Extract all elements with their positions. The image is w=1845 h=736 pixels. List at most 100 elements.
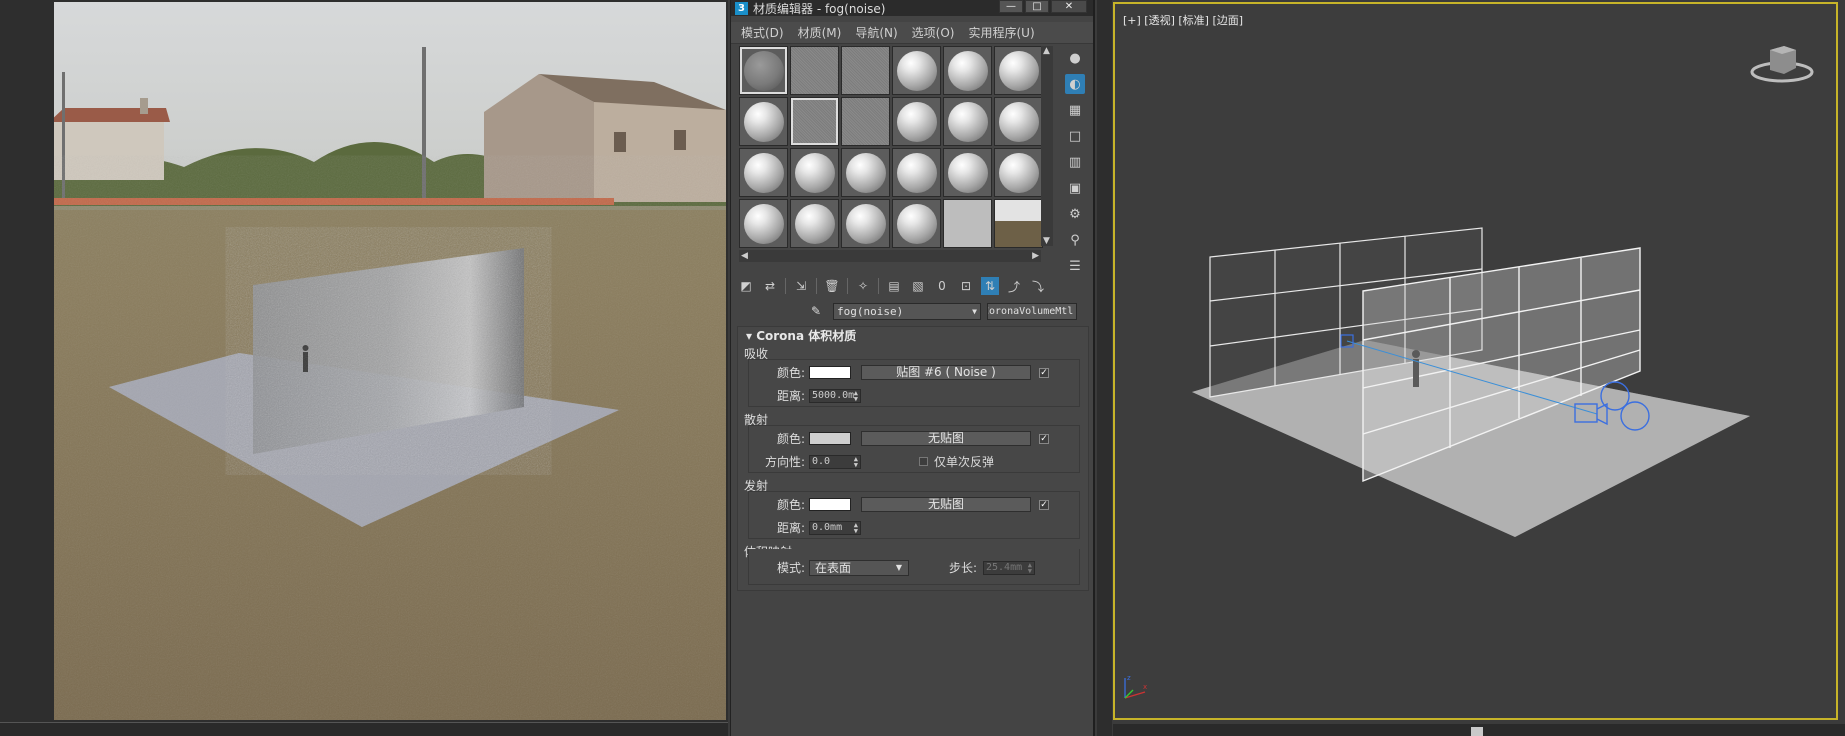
sample-slot[interactable] xyxy=(739,46,788,95)
mode-select[interactable]: 在表面 ▼ xyxy=(809,559,909,576)
reset-map-icon[interactable]: 🗑 xyxy=(823,277,841,295)
material-editor-titlebar[interactable]: 3 材质编辑器 - fog(noise) — □ ✕ xyxy=(731,0,1093,16)
scroll-down-icon[interactable]: ▼ xyxy=(1043,236,1050,246)
sample-slot[interactable] xyxy=(841,148,890,197)
eyedropper-icon[interactable]: ✎ xyxy=(811,304,827,318)
menu-navigation[interactable]: 导航(N) xyxy=(855,24,897,41)
sample-slot[interactable] xyxy=(739,199,788,248)
viewport-scene xyxy=(1192,227,1750,537)
toolbar-separator xyxy=(878,278,879,294)
backlight-icon[interactable]: ◐ xyxy=(1065,74,1085,94)
absorption-map-button[interactable]: 贴图 #6 ( Noise ) xyxy=(861,365,1031,380)
material-id-channel-icon[interactable]: ▧ xyxy=(909,277,927,295)
sample-slot[interactable] xyxy=(892,97,941,146)
video-color-check-icon[interactable]: ▥ xyxy=(1065,152,1085,172)
sample-slot[interactable] xyxy=(790,97,839,146)
sample-slot[interactable] xyxy=(994,148,1043,197)
directionality-spinner[interactable]: 0.0 ▲ ▼ xyxy=(809,454,861,469)
material-type-button[interactable]: CoronaVolumeMtl xyxy=(987,302,1077,320)
menu-options[interactable]: 选项(O) xyxy=(912,24,955,41)
single-bounce-option[interactable]: 仅单次反弹 xyxy=(919,453,994,470)
slots-horizontal-scrollbar[interactable]: ◀ ▶ xyxy=(739,250,1041,262)
sample-slot[interactable] xyxy=(994,46,1043,95)
directionality-value: 0.0 xyxy=(812,455,831,467)
sample-slot[interactable] xyxy=(943,97,992,146)
put-to-scene-icon[interactable]: ⇄ xyxy=(761,277,779,295)
absorption-distance-spinner[interactable]: 5000.0m ▲ ▼ xyxy=(809,388,861,403)
sample-slot[interactable] xyxy=(943,46,992,95)
step-spinner: 25.4mm ▲ ▼ xyxy=(983,560,1035,575)
scattering-color-swatch[interactable] xyxy=(809,432,851,445)
material-preview-sphere xyxy=(947,50,988,91)
sample-slot[interactable] xyxy=(892,148,941,197)
sample-slot[interactable] xyxy=(739,97,788,146)
scroll-left-icon[interactable]: ◀ xyxy=(741,251,748,261)
show-shaded-map-icon[interactable]: ⊡ xyxy=(957,277,975,295)
sample-slot[interactable] xyxy=(790,46,839,95)
close-button[interactable]: ✕ xyxy=(1051,0,1087,13)
go-forward-sibling-icon[interactable]: ⤵ xyxy=(1029,277,1047,295)
show-end-result-icon[interactable]: ⇅ xyxy=(981,277,999,295)
sample-uv-tiling-icon[interactable]: □ xyxy=(1065,126,1085,146)
material-id-zero-icon[interactable]: 0 xyxy=(933,277,951,295)
sample-slot[interactable] xyxy=(841,199,890,248)
material-preview-sphere xyxy=(743,50,784,91)
menu-mode[interactable]: 模式(D) xyxy=(741,24,784,41)
time-slider-handle[interactable] xyxy=(1471,727,1483,736)
maximize-button[interactable]: □ xyxy=(1025,0,1049,13)
emission-color-swatch[interactable] xyxy=(809,498,851,511)
sample-slot[interactable] xyxy=(739,148,788,197)
perspective-viewport[interactable]: [+] [透视] [标准] [边面] x z xyxy=(1113,2,1838,720)
make-unique-icon[interactable]: ✧ xyxy=(854,277,872,295)
sample-slot[interactable] xyxy=(943,199,992,248)
sample-slots-grid xyxy=(739,46,1043,248)
material-preview-flat xyxy=(944,200,991,247)
material-toolbar: ◩ ⇄ ⇲ 🗑 ✧ ▤ ▧ 0 ⊡ ⇅ ⤴ ⤵ xyxy=(737,275,1087,297)
spinner-arrows-icon[interactable]: ▲ ▼ xyxy=(854,521,858,534)
sample-slots-area: ▲ ▼ ◀ ▶ xyxy=(739,46,1053,270)
absorption-color-swatch[interactable] xyxy=(809,366,851,379)
select-by-material-icon[interactable]: ⚲ xyxy=(1065,230,1085,250)
material-map-navigator-icon[interactable]: ☰ xyxy=(1065,256,1085,276)
sample-slot[interactable] xyxy=(943,148,992,197)
absorption-map-checkbox[interactable]: ✓ xyxy=(1039,367,1049,378)
sample-slot[interactable] xyxy=(994,97,1043,146)
axis-z-label: z xyxy=(1127,674,1131,682)
emission-distance-spinner[interactable]: 0.0mm ▲ ▼ xyxy=(809,520,861,535)
chevron-down-icon[interactable]: ▼ xyxy=(972,304,977,319)
minimize-button[interactable]: — xyxy=(999,0,1023,13)
single-bounce-checkbox[interactable] xyxy=(919,457,928,466)
spinner-arrows-icon[interactable]: ▲ ▼ xyxy=(854,455,858,468)
options-icon[interactable]: ⚙ xyxy=(1065,204,1085,224)
rollout-header[interactable]: ▾ Corona 体积材质 xyxy=(738,327,1088,345)
background-checker-icon[interactable]: ▦ xyxy=(1065,100,1085,120)
spinner-arrows-icon[interactable]: ▲ ▼ xyxy=(854,389,858,402)
assign-material-icon[interactable]: ⇲ xyxy=(792,277,810,295)
render-image xyxy=(54,2,726,720)
sample-slot[interactable] xyxy=(892,46,941,95)
sample-slot[interactable] xyxy=(790,199,839,248)
material-preview-sphere xyxy=(896,203,937,244)
scattering-map-checkbox[interactable]: ✓ xyxy=(1039,433,1049,444)
sample-slot[interactable] xyxy=(994,199,1043,248)
sample-slot[interactable] xyxy=(892,199,941,248)
sample-slot[interactable] xyxy=(841,97,890,146)
sample-slot[interactable] xyxy=(790,148,839,197)
emission-map-button[interactable]: 无贴图 xyxy=(861,497,1031,512)
menu-utilities[interactable]: 实用程序(U) xyxy=(968,24,1034,41)
chevron-down-icon[interactable]: ▼ xyxy=(896,561,902,575)
sample-type-sphere-icon[interactable]: ● xyxy=(1065,48,1085,68)
scattering-map-button[interactable]: 无贴图 xyxy=(861,431,1031,446)
put-to-library-icon[interactable]: ▤ xyxy=(885,277,903,295)
go-to-parent-icon[interactable]: ⤴ xyxy=(1005,277,1023,295)
menu-material[interactable]: 材质(M) xyxy=(798,24,842,41)
emission-map-checkbox[interactable]: ✓ xyxy=(1039,499,1049,510)
material-name-field[interactable]: fog(noise) ▼ xyxy=(833,302,981,320)
make-preview-icon[interactable]: ▣ xyxy=(1065,178,1085,198)
scroll-right-icon[interactable]: ▶ xyxy=(1032,251,1039,261)
sample-slot[interactable] xyxy=(841,46,890,95)
material-preview-sphere xyxy=(896,152,937,193)
slots-vertical-scrollbar[interactable]: ▲ ▼ xyxy=(1041,46,1053,246)
get-material-icon[interactable]: ◩ xyxy=(737,277,755,295)
scroll-up-icon[interactable]: ▲ xyxy=(1043,46,1050,56)
